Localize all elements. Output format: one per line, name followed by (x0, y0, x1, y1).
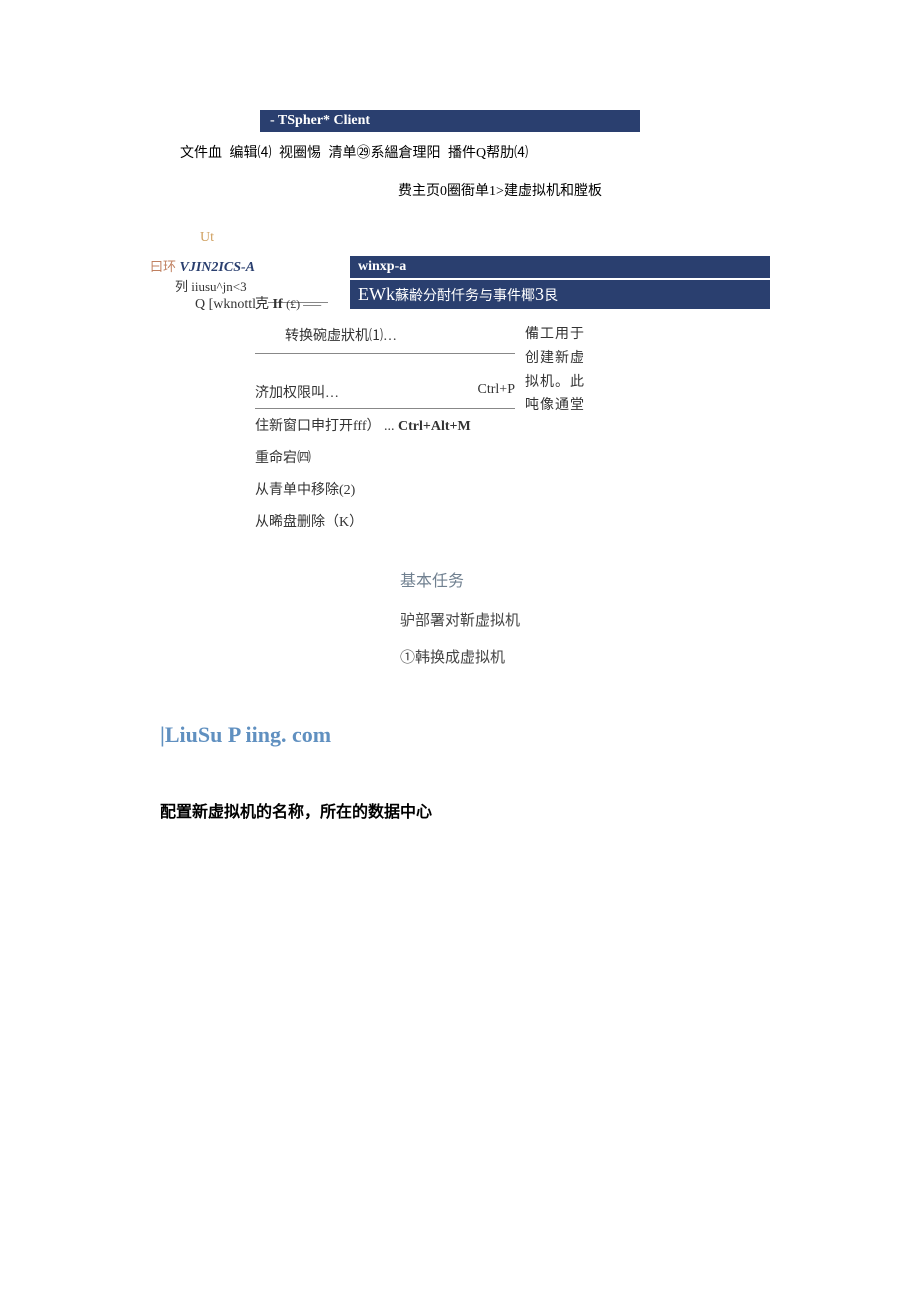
menu-item-delete-from-disk[interactable]: 从晞盘删除（K） (255, 505, 515, 537)
description-text: 備工用于创建新虚拟机。此吨像通堂 (525, 323, 585, 537)
open-new-label: 住新窗口申打开fff） (255, 419, 380, 434)
menu-item-clone[interactable]: 克 If (£) ––– (255, 287, 515, 319)
menu-bar: 文件血 编辑⑷ 视圈惕 清单㉙系縕倉理阳 播件Q帮肋⑷ (180, 142, 770, 162)
task-deploy-vm[interactable]: 驴部署对靳虚拟机 (400, 609, 770, 630)
ut-label: Ut (200, 230, 770, 246)
clone-if: If (273, 297, 283, 312)
config-heading: 配置新虚拟机的名称，所在的数据中心 (160, 798, 770, 822)
rename-label: 重命宕㈣ (255, 447, 311, 467)
middle-section: 克 If (£) ––– 转换碗虚狀机⑴… 济加权限叫… Ctrl+P 住新窗口… (150, 283, 770, 537)
basic-tasks-section: 基本任务 驴部署对靳虚拟机 ①韩换成虚拟机 (400, 567, 770, 667)
window-title-bar: - TSpher* Client (260, 110, 640, 132)
tree-child-1-prefix: 列 (175, 279, 188, 294)
add-perm-shortcut: Ctrl+P (478, 382, 515, 402)
convert-label: 转换碗虚狀机⑴… (285, 325, 397, 345)
tree-child-2-label: Q [wknottl (195, 297, 256, 312)
context-menu: 克 If (£) ––– 转换碗虚狀机⑴… 济加权限叫… Ctrl+P 住新窗口… (255, 287, 515, 537)
tree-root-prefix: 曰环 (150, 259, 176, 274)
clone-prefix: 克 (255, 297, 269, 312)
ewk-num: 3 (535, 284, 544, 304)
task-convert-vm[interactable]: ①韩换成虚拟机 (400, 646, 770, 667)
breadcrumb: 费主页0圈衙单1>建虚拟机和膛板 (230, 180, 770, 200)
tree-child-1-label: iiusu^jn<3 (191, 279, 246, 294)
ewk-text2: 艮 (544, 289, 558, 304)
open-new-shortcut: Ctrl+Alt+M (398, 419, 471, 434)
delete-label: 从晞盘删除（K） (255, 511, 363, 531)
menu-item-open-new-window[interactable]: 住新窗口申打开fff） ... Ctrl+Alt+M (255, 409, 515, 441)
clone-paren: (£) ––– (286, 297, 321, 311)
brand-watermark: |LiuSu P iing. com (160, 722, 770, 748)
menu-separator-1 (255, 353, 515, 354)
menu-inventory[interactable]: 清单㉙系縕倉理阳 (329, 146, 441, 161)
menu-item-add-permission[interactable]: 济加权限叫… Ctrl+P (255, 376, 515, 409)
open-new-dots: ... (384, 419, 395, 434)
tree-root[interactable]: 曰环 VJIN2ICS-A (150, 256, 350, 276)
page-container: - TSpher* Client 文件血 编辑⑷ 视圈惕 清单㉙系縕倉理阳 播件… (0, 0, 920, 822)
vm-title-bar: winxp-a (350, 256, 770, 278)
menu-file[interactable]: 文件血 (180, 146, 222, 161)
menu-item-convert[interactable]: 转换碗虚狀机⑴… (255, 319, 515, 351)
remove-label: 从青单中移除(2) (255, 479, 355, 499)
spacer (255, 356, 515, 376)
menu-item-rename[interactable]: 重命宕㈣ (255, 441, 515, 473)
menu-item-remove-from-list[interactable]: 从青单中移除(2) (255, 473, 515, 505)
menu-plugins[interactable]: 播件Q帮肋⑷ (448, 146, 528, 161)
menu-edit[interactable]: 编辑⑷ (230, 146, 272, 161)
add-perm-label: 济加权限叫… (255, 382, 339, 402)
tree-root-label: VJIN2ICS-A (180, 260, 255, 275)
menu-view[interactable]: 视圈惕 (279, 146, 321, 161)
basic-tasks-title: 基本任务 (400, 567, 770, 591)
